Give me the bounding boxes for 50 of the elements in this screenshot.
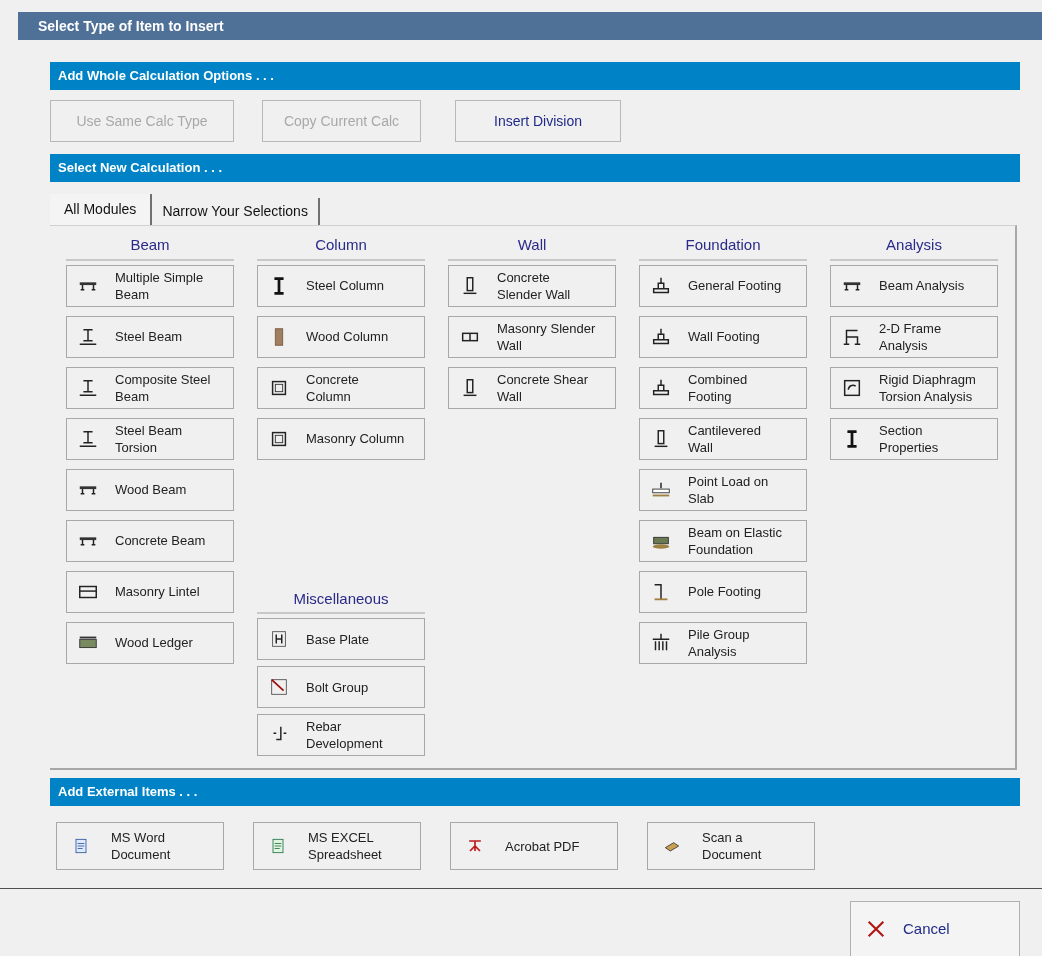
module-button[interactable]: Pile Group Analysis [639, 621, 807, 664]
close-icon [865, 918, 887, 940]
module-button[interactable]: Pole Footing [639, 570, 807, 613]
dialog-title: Select Type of Item to Insert [38, 16, 224, 36]
external-item-button[interactable]: Acrobat PDF [450, 822, 618, 870]
module-button[interactable]: Rigid Diaphragm Torsion Analysis [830, 366, 998, 409]
external-item-button[interactable]: MS Word Document [56, 822, 224, 870]
group-heading: Miscellaneous [257, 587, 425, 614]
module-button[interactable]: Beam Analysis [830, 264, 998, 307]
module-button[interactable]: Steel Beam Torsion [66, 417, 234, 460]
module-button[interactable]: Wood Ledger [66, 621, 234, 664]
module-button[interactable]: 2-D Frame Analysis [830, 315, 998, 358]
module-button[interactable]: Composite Steel Beam [66, 366, 234, 409]
module-button[interactable]: Concrete Column [257, 366, 425, 409]
external-item-button[interactable]: Scan a Document [647, 822, 815, 870]
group-heading: Beam [66, 234, 234, 261]
module-button[interactable]: Concrete Slender Wall [448, 264, 616, 307]
module-button[interactable]: General Footing [639, 264, 807, 307]
module-button[interactable]: Rebar Development [257, 714, 425, 756]
group-heading: Wall [448, 234, 616, 261]
calc-option-button[interactable]: Insert Division [455, 100, 621, 142]
group-heading: Analysis [830, 234, 998, 261]
cancel-button[interactable]: Cancel [850, 901, 1020, 956]
module-button[interactable]: Masonry Column [257, 417, 425, 460]
module-button[interactable]: Multiple Simple Beam [66, 264, 234, 307]
section-title: Select New Calculation . . . [58, 159, 222, 178]
module-button[interactable]: Masonry Slender Wall [448, 315, 616, 358]
module-button[interactable]: Base Plate [257, 618, 425, 660]
tab[interactable]: All Modules [50, 194, 153, 225]
module-button[interactable]: Concrete Beam [66, 519, 234, 562]
module-button[interactable]: Wood Beam [66, 468, 234, 511]
module-button[interactable]: Steel Beam [66, 315, 234, 358]
module-button[interactable]: Masonry Lintel [66, 570, 234, 613]
module-button[interactable]: Wall Footing [639, 315, 807, 358]
section-title: Add External Items . . . [58, 783, 198, 802]
external-item-button[interactable]: MS EXCEL Spreadsheet [253, 822, 421, 870]
group-heading: Column [257, 234, 425, 261]
group-heading: Foundation [639, 234, 807, 261]
module-button[interactable]: Wood Column [257, 315, 425, 358]
module-button[interactable]: Point Load on Slab [639, 468, 807, 511]
module-button[interactable]: Section Properties [830, 417, 998, 460]
module-button[interactable]: Bolt Group [257, 666, 425, 708]
module-button[interactable]: Beam on Elastic Foundation [639, 519, 807, 562]
module-button[interactable]: Concrete Shear Wall [448, 366, 616, 409]
tab[interactable]: Narrow Your Selections [152, 198, 320, 225]
bolt-group-icon [268, 676, 290, 698]
module-button[interactable]: Steel Column [257, 264, 425, 307]
section-title: Add Whole Calculation Options . . . [58, 67, 274, 86]
module-button[interactable]: Cantilevered Wall [639, 417, 807, 460]
module-button[interactable]: Combined Footing [639, 366, 807, 409]
